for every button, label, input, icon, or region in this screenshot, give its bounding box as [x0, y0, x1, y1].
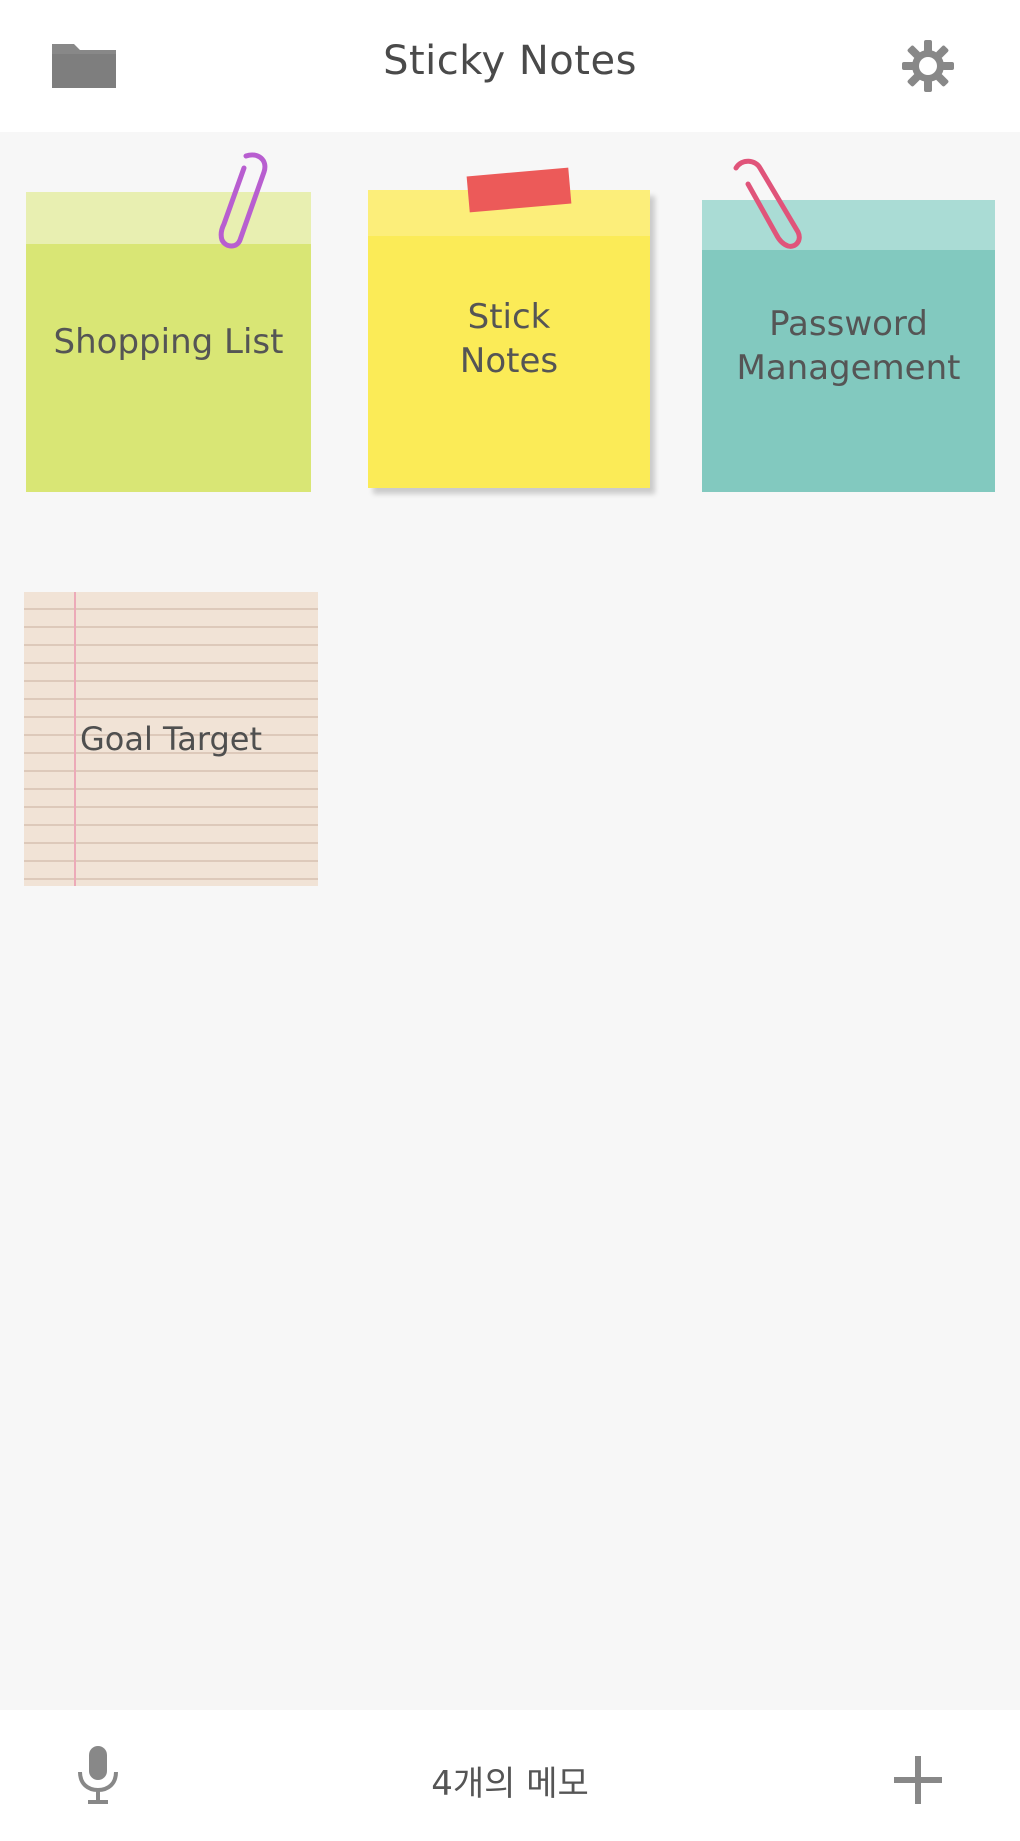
note-label: Password Management [736, 304, 961, 388]
note-label: Stick Notes [459, 297, 559, 381]
note-goal-target[interactable]: Goal Target [24, 592, 318, 886]
page-title: Sticky Notes [383, 38, 637, 84]
add-note-button[interactable] [888, 1750, 948, 1810]
note-label: Shopping List [53, 322, 284, 362]
app-header: Sticky Notes [0, 0, 1020, 132]
memo-count: 4개의 메모 [431, 1764, 589, 1804]
paperclip-icon [218, 152, 268, 249]
paper-margin-line [74, 592, 76, 886]
plus-icon [894, 1756, 942, 1804]
bottom-bar: 4개의 메모 [0, 1710, 1020, 1841]
notes-board: Shopping List Stick Notes Password Manag… [0, 132, 1020, 1710]
gear-icon [902, 40, 954, 92]
note-label: Goal Target [79, 720, 263, 758]
note-stick-notes[interactable]: Stick Notes [368, 190, 650, 488]
paperclip-icon [733, 158, 802, 249]
settings-button[interactable] [898, 36, 958, 96]
